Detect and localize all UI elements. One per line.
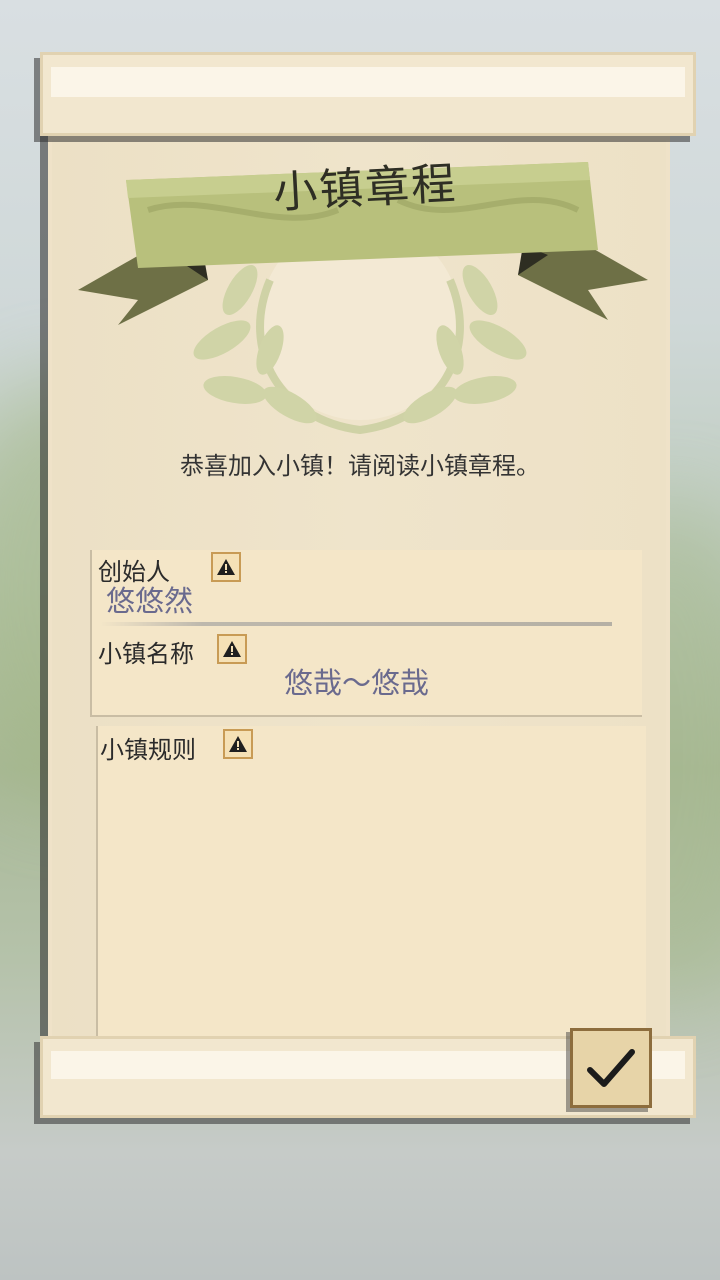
checkmark-icon (587, 1049, 635, 1087)
field-divider (100, 622, 612, 626)
warning-icon[interactable] (211, 552, 241, 582)
page-title: 小镇章程 (272, 158, 459, 219)
confirm-button[interactable] (570, 1028, 652, 1108)
town-rules-label: 小镇规则 (100, 736, 196, 764)
town-name-field[interactable]: 悠哉～悠哉 (284, 660, 429, 702)
warning-icon[interactable] (223, 729, 253, 759)
charter-scroll: 小镇章程 恭喜加入小镇！请阅读小镇章程。 创始人 悠悠然 小镇名称 悠哉～悠哉 … (0, 0, 720, 1280)
town-rules-field[interactable] (96, 726, 646, 1038)
welcome-message: 恭喜加入小镇！请阅读小镇章程。 (180, 452, 540, 480)
founder-value: 悠悠然 (106, 584, 194, 618)
town-name-label: 小镇名称 (98, 640, 194, 668)
scroll-top-rod (40, 52, 696, 136)
warning-icon[interactable] (217, 634, 247, 664)
